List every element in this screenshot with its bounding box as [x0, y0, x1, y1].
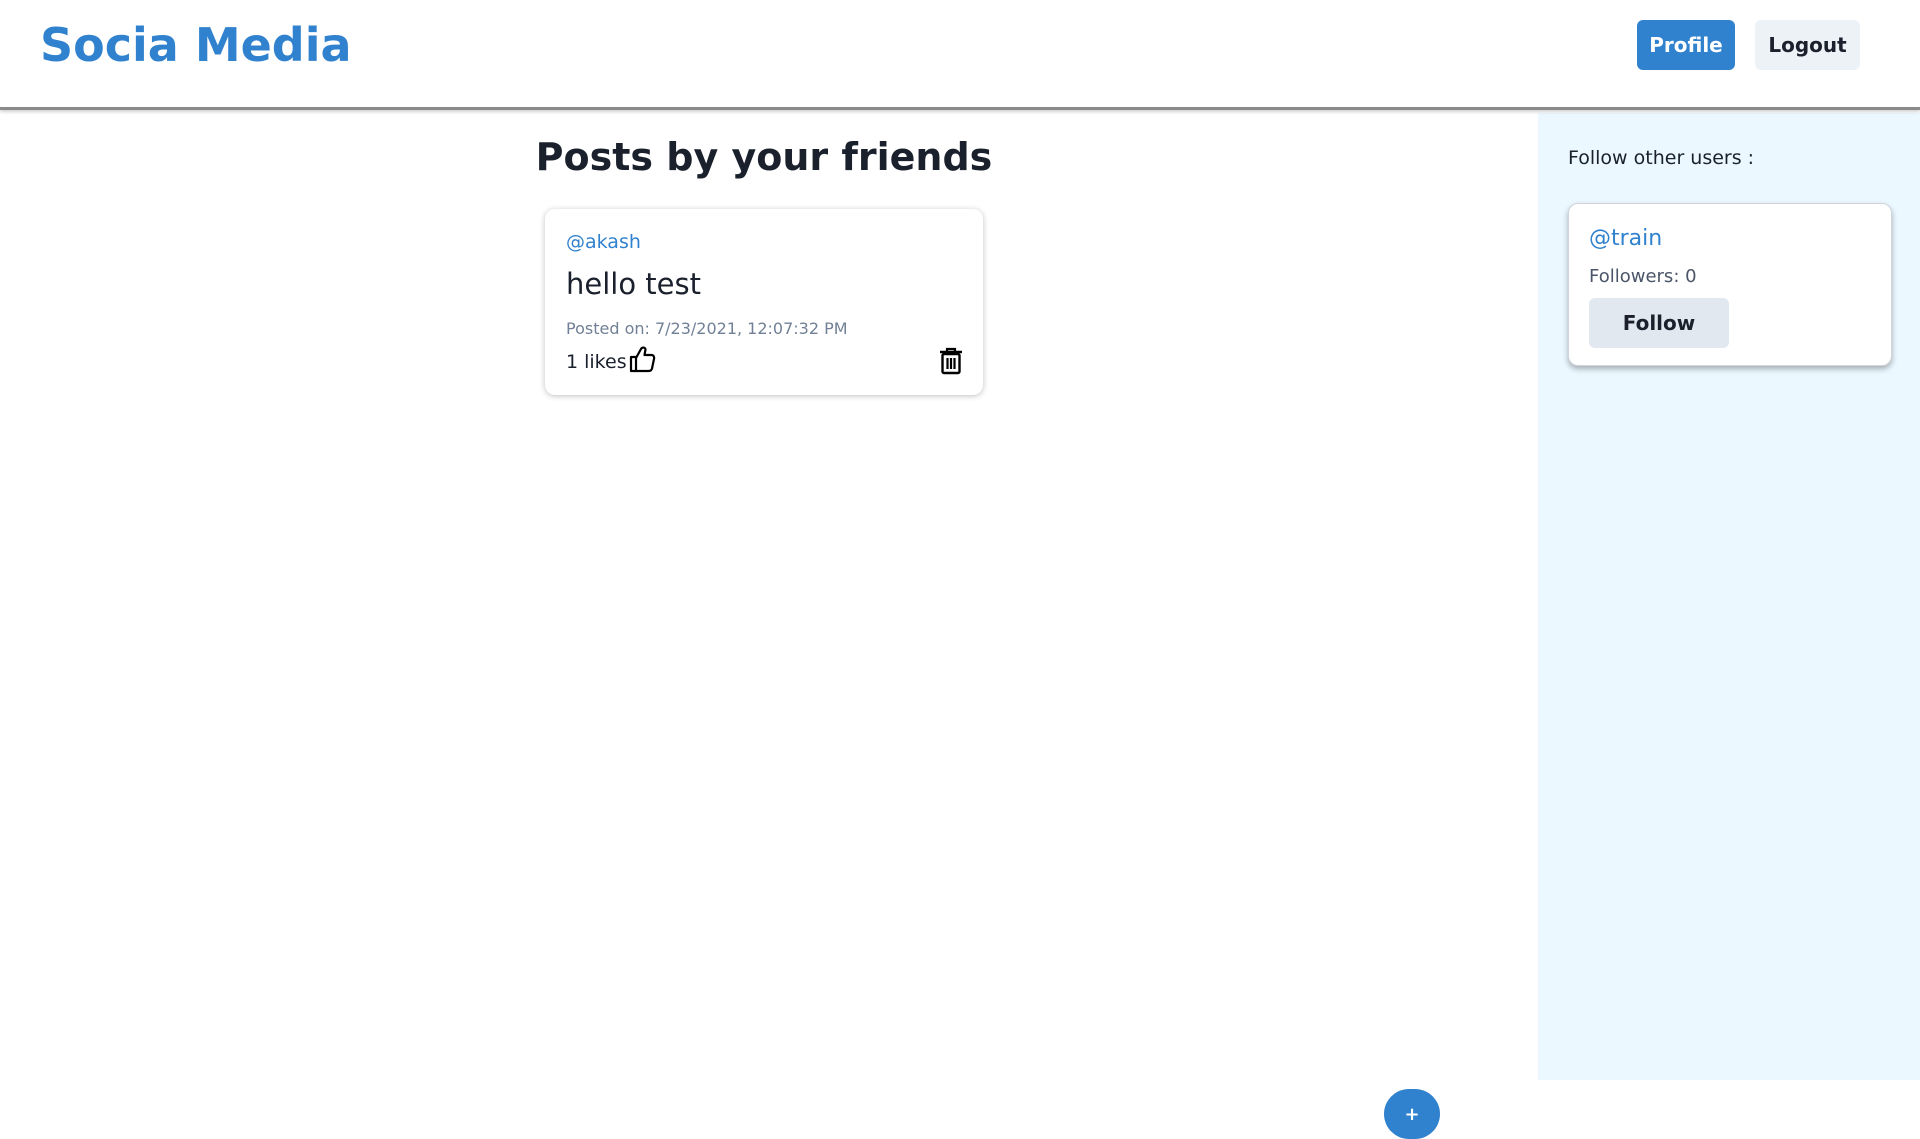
user-handle[interactable]: @train: [1589, 226, 1662, 251]
feed-section: Posts by your friends @akash hello test …: [0, 113, 1538, 1139]
post-author[interactable]: @akash: [566, 231, 641, 253]
follow-button[interactable]: Follow: [1589, 298, 1729, 348]
follow-sidebar: Follow other users : @train Followers: 0…: [1538, 113, 1920, 1080]
post-like-count: 1 likes: [566, 351, 627, 373]
add-post-button[interactable]: +: [1384, 1089, 1440, 1139]
feed-title: Posts by your friends: [535, 135, 993, 179]
post-date: Posted on: 7/23/2021, 12:07:32 PM: [566, 319, 848, 338]
trash-icon[interactable]: [938, 347, 964, 375]
brand-logo[interactable]: Socia Media: [40, 18, 352, 72]
user-follower-count: Followers: 0: [1589, 266, 1697, 287]
sidebar-heading: Follow other users :: [1568, 147, 1755, 169]
post-content: hello test: [566, 267, 701, 301]
top-navbar: Socia Media Profile Logout: [0, 0, 1920, 110]
user-suggestion-card: @train Followers: 0 Follow: [1568, 203, 1892, 366]
thumbs-up-icon[interactable]: [628, 344, 656, 374]
profile-button[interactable]: Profile: [1637, 20, 1735, 70]
logout-button[interactable]: Logout: [1755, 20, 1860, 70]
post-card: @akash hello test Posted on: 7/23/2021, …: [545, 209, 983, 395]
